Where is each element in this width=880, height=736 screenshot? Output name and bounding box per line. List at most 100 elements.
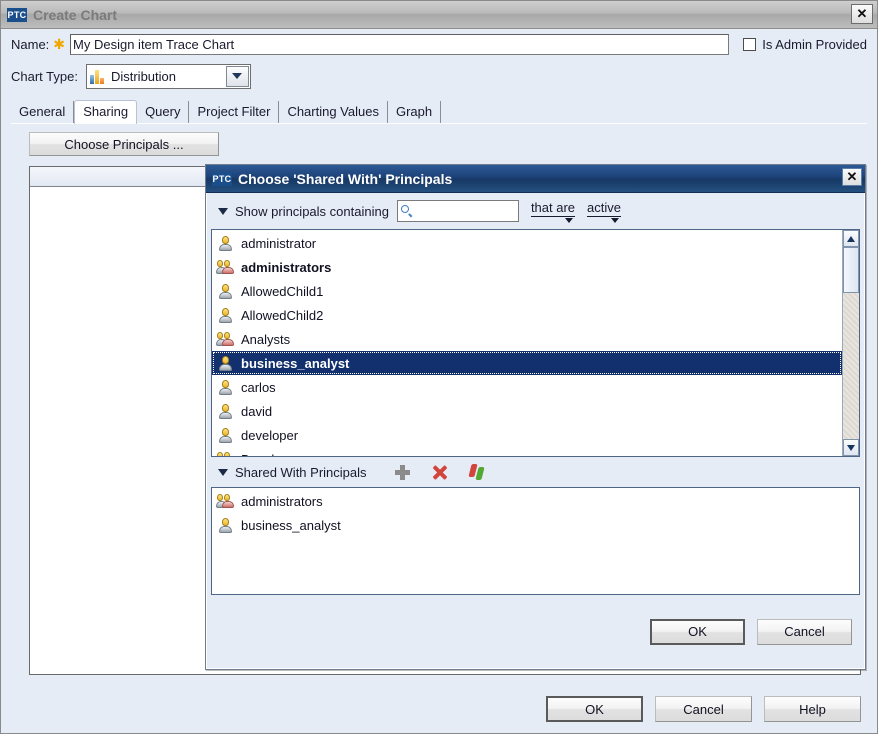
name-row: Name: ✱ My Design item Trace Chart Is Ad… xyxy=(1,29,877,59)
that-are-dropdown[interactable]: that are xyxy=(530,199,576,223)
list-item[interactable]: Analysts xyxy=(212,327,842,351)
list-item[interactable]: administrator xyxy=(212,231,842,255)
principal-state-chevron-down-icon xyxy=(611,217,619,223)
that-are-label: that are xyxy=(530,199,576,217)
outer-cancel-button[interactable]: Cancel xyxy=(655,696,752,722)
user-icon xyxy=(217,283,234,300)
required-star-icon: ✱ xyxy=(53,36,66,52)
principal-state-dropdown[interactable]: active xyxy=(587,200,621,223)
principal-name: david xyxy=(241,403,273,419)
user-icon xyxy=(217,427,234,444)
list-item[interactable]: Developers xyxy=(212,447,842,456)
outer-close-button[interactable]: ✕ xyxy=(851,4,873,24)
tab-query[interactable]: Query xyxy=(137,101,190,123)
plus-icon[interactable] xyxy=(394,464,410,480)
outer-ok-button[interactable]: OK xyxy=(546,696,643,722)
shared-with-principals-header: Shared With Principals xyxy=(207,457,864,487)
list-item[interactable]: administrators xyxy=(212,489,859,513)
list-item-selected[interactable]: business_analyst xyxy=(212,351,842,375)
filter-disclosure-triangle-icon[interactable] xyxy=(218,207,228,215)
choose-principals-button[interactable]: Choose Principals ... xyxy=(29,132,219,156)
chevron-down-icon[interactable] xyxy=(225,65,249,87)
chart-type-row: Chart Type: Distribution xyxy=(1,59,877,93)
principals-list-scrollbar[interactable] xyxy=(842,230,859,456)
user-icon xyxy=(217,379,234,396)
tab-graph[interactable]: Graph xyxy=(387,101,442,123)
group-icon xyxy=(216,259,234,276)
list-item[interactable]: AllowedChild1 xyxy=(212,279,842,303)
list-item[interactable]: david xyxy=(212,399,842,423)
group-icon xyxy=(216,493,234,510)
inner-ok-button[interactable]: OK xyxy=(650,618,745,645)
filter-label: Show principals containing xyxy=(235,203,389,219)
list-item[interactable]: carlos xyxy=(212,375,842,399)
principal-name: business_analyst xyxy=(241,355,350,371)
choose-shared-with-principals-dialog: PTC Choose 'Shared With' Principals ✕ Sh… xyxy=(205,164,866,670)
group-icon xyxy=(216,331,234,348)
inner-close-button[interactable]: ✕ xyxy=(842,168,862,186)
shared-principal-name: administrators xyxy=(241,493,323,509)
tab-project-filter[interactable]: Project Filter xyxy=(189,101,280,123)
ptc-logo-icon: PTC xyxy=(7,7,27,22)
shared-with-toolbar xyxy=(394,464,485,480)
delete-x-icon[interactable] xyxy=(432,465,447,480)
user-icon xyxy=(217,517,234,534)
list-item[interactable]: administrators xyxy=(212,255,842,279)
principal-name: Analysts xyxy=(241,331,291,347)
is-admin-provided-row: Is Admin Provided xyxy=(743,37,867,52)
outer-window-title: Create Chart xyxy=(33,6,118,23)
principal-name: developer xyxy=(241,427,299,443)
outer-footer: OK Cancel Help xyxy=(1,685,877,733)
tab-bar: General Sharing Query Project Filter Cha… xyxy=(1,99,877,124)
shared-principal-name: business_analyst xyxy=(241,517,341,533)
principals-listbox[interactable]: administrator administrators AllowedChil… xyxy=(211,229,860,457)
group-icon xyxy=(217,451,234,456)
principals-list-items: administrator administrators AllowedChil… xyxy=(212,230,842,456)
refresh-icon[interactable] xyxy=(467,464,485,480)
chart-type-value: Distribution xyxy=(110,68,176,84)
inner-dialog-body: Show principals containing that are acti… xyxy=(206,193,865,669)
outer-window-titlebar: PTC Create Chart ✕ xyxy=(1,1,877,29)
shared-with-principals-listbox[interactable]: administrators business_analyst xyxy=(211,487,860,595)
tab-sharing[interactable]: Sharing xyxy=(74,100,138,124)
principal-filter-row: Show principals containing that are acti… xyxy=(207,193,864,229)
inner-cancel-button[interactable]: Cancel xyxy=(757,618,852,645)
shared-with-principals-label: Shared With Principals xyxy=(235,464,367,480)
scrollbar-thumb[interactable] xyxy=(843,247,859,293)
inner-dialog-title: Choose 'Shared With' Principals xyxy=(238,170,453,187)
tab-general[interactable]: General xyxy=(13,101,75,123)
scroll-down-button[interactable] xyxy=(843,439,859,456)
that-are-chevron-down-icon xyxy=(565,217,574,223)
is-admin-provided-checkbox[interactable] xyxy=(743,37,757,51)
principal-name: Developers xyxy=(241,452,307,457)
name-input[interactable]: My Design item Trace Chart xyxy=(70,33,730,55)
principal-name: administrators xyxy=(241,259,332,275)
chart-type-dropdown[interactable]: Distribution xyxy=(85,63,251,89)
tab-charting-values[interactable]: Charting Values xyxy=(279,101,388,123)
principal-name: administrator xyxy=(241,235,317,251)
list-item[interactable]: business_analyst xyxy=(212,513,859,537)
search-icon xyxy=(400,204,414,218)
inner-dialog-footer: OK Cancel xyxy=(207,595,864,668)
principal-state-label: active xyxy=(587,199,621,217)
user-icon xyxy=(217,307,234,324)
chart-type-label: Chart Type: xyxy=(11,68,78,84)
scrollbar-track[interactable] xyxy=(843,247,859,439)
user-icon xyxy=(217,235,234,252)
principal-name: carlos xyxy=(241,379,276,395)
outer-help-button[interactable]: Help xyxy=(764,696,861,722)
name-label: Name: xyxy=(11,36,50,52)
user-icon xyxy=(217,403,234,420)
is-admin-provided-label: Is Admin Provided xyxy=(762,36,867,52)
principal-name: AllowedChild2 xyxy=(241,307,324,323)
principal-search-input[interactable] xyxy=(396,200,519,222)
principal-name: AllowedChild1 xyxy=(241,283,324,299)
ptc-logo-icon-inner: PTC xyxy=(212,171,232,186)
list-item[interactable]: AllowedChild2 xyxy=(212,303,842,327)
distribution-chart-icon xyxy=(89,69,106,84)
user-icon xyxy=(217,355,234,372)
shared-disclosure-triangle-icon[interactable] xyxy=(218,468,228,476)
scroll-up-button[interactable] xyxy=(843,230,859,247)
list-item[interactable]: developer xyxy=(212,423,842,447)
inner-dialog-titlebar: PTC Choose 'Shared With' Principals ✕ xyxy=(206,165,865,193)
